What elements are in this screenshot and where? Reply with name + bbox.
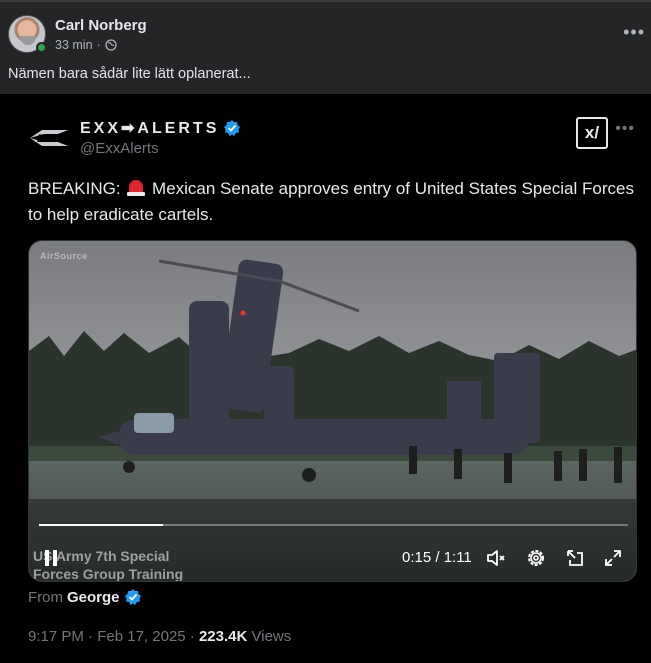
mute-icon[interactable] [485, 547, 507, 569]
pause-icon[interactable] [43, 549, 59, 567]
video-source: From George [28, 588, 142, 606]
picture-in-picture-icon[interactable] [564, 547, 586, 569]
views-label: Views [251, 628, 292, 645]
post-meta: 33 min · [55, 38, 117, 52]
source-name[interactable]: George [67, 589, 120, 606]
separator-dot: · [96, 38, 101, 52]
account-name[interactable]: EXX➡ALERTS [80, 118, 241, 138]
settings-gear-icon[interactable] [525, 547, 547, 569]
post-time[interactable]: 33 min [55, 38, 93, 52]
video-frame [29, 241, 636, 581]
post-text: Nämen bara sådär lite lätt oplanerat... [8, 66, 251, 82]
globe-icon [105, 39, 117, 51]
account-handle[interactable]: @ExxAlerts [80, 140, 159, 157]
view-count: 223.4K [198, 628, 248, 645]
exx-logo-icon: EX [30, 130, 68, 146]
more-options-icon[interactable]: ••• [615, 120, 635, 138]
tweet-time[interactable]: 9:17 PM [28, 628, 84, 645]
svg-text:EX: EX [37, 133, 52, 145]
online-status-dot [36, 42, 47, 53]
brand-name-text: EXX➡ALERTS [80, 120, 220, 137]
tweet-text-part: BREAKING: [28, 179, 126, 198]
verified-badge-icon [124, 589, 141, 605]
tweet-text: BREAKING: Mexican Senate approves entry … [28, 176, 638, 228]
grok-icon[interactable]: x/ [576, 117, 608, 149]
video-player[interactable]: AirSource US Army 7th Special Forces Gro… [28, 240, 637, 582]
facebook-post-header: Carl Norberg 33 min · ••• Nämen bara såd… [0, 0, 651, 94]
video-watermark: AirSource [40, 251, 88, 261]
siren-icon [125, 177, 147, 197]
video-progress-fill [39, 524, 163, 526]
video-time: 0:15 / 1:11 [402, 549, 472, 566]
separator-dot: · [189, 628, 199, 645]
verified-badge-icon [224, 120, 241, 136]
from-label: From [28, 588, 63, 606]
tweet-date[interactable]: Feb 17, 2025 [97, 628, 185, 645]
separator-dot: · [88, 628, 98, 645]
author-name[interactable]: Carl Norberg [55, 17, 147, 34]
fullscreen-icon[interactable] [602, 547, 624, 569]
divider [0, 0, 651, 2]
more-options-icon[interactable]: ••• [623, 22, 645, 43]
embedded-tweet[interactable]: EX EXX➡ALERTS @ExxAlerts x/ ••• BREAKING… [0, 94, 651, 663]
video-progress-bar[interactable] [39, 524, 628, 526]
tweet-timestamp: 9:17 PM · Feb 17, 2025 · 223.4K Views [28, 628, 291, 645]
caption-line: Forces Group Training [33, 566, 184, 582]
